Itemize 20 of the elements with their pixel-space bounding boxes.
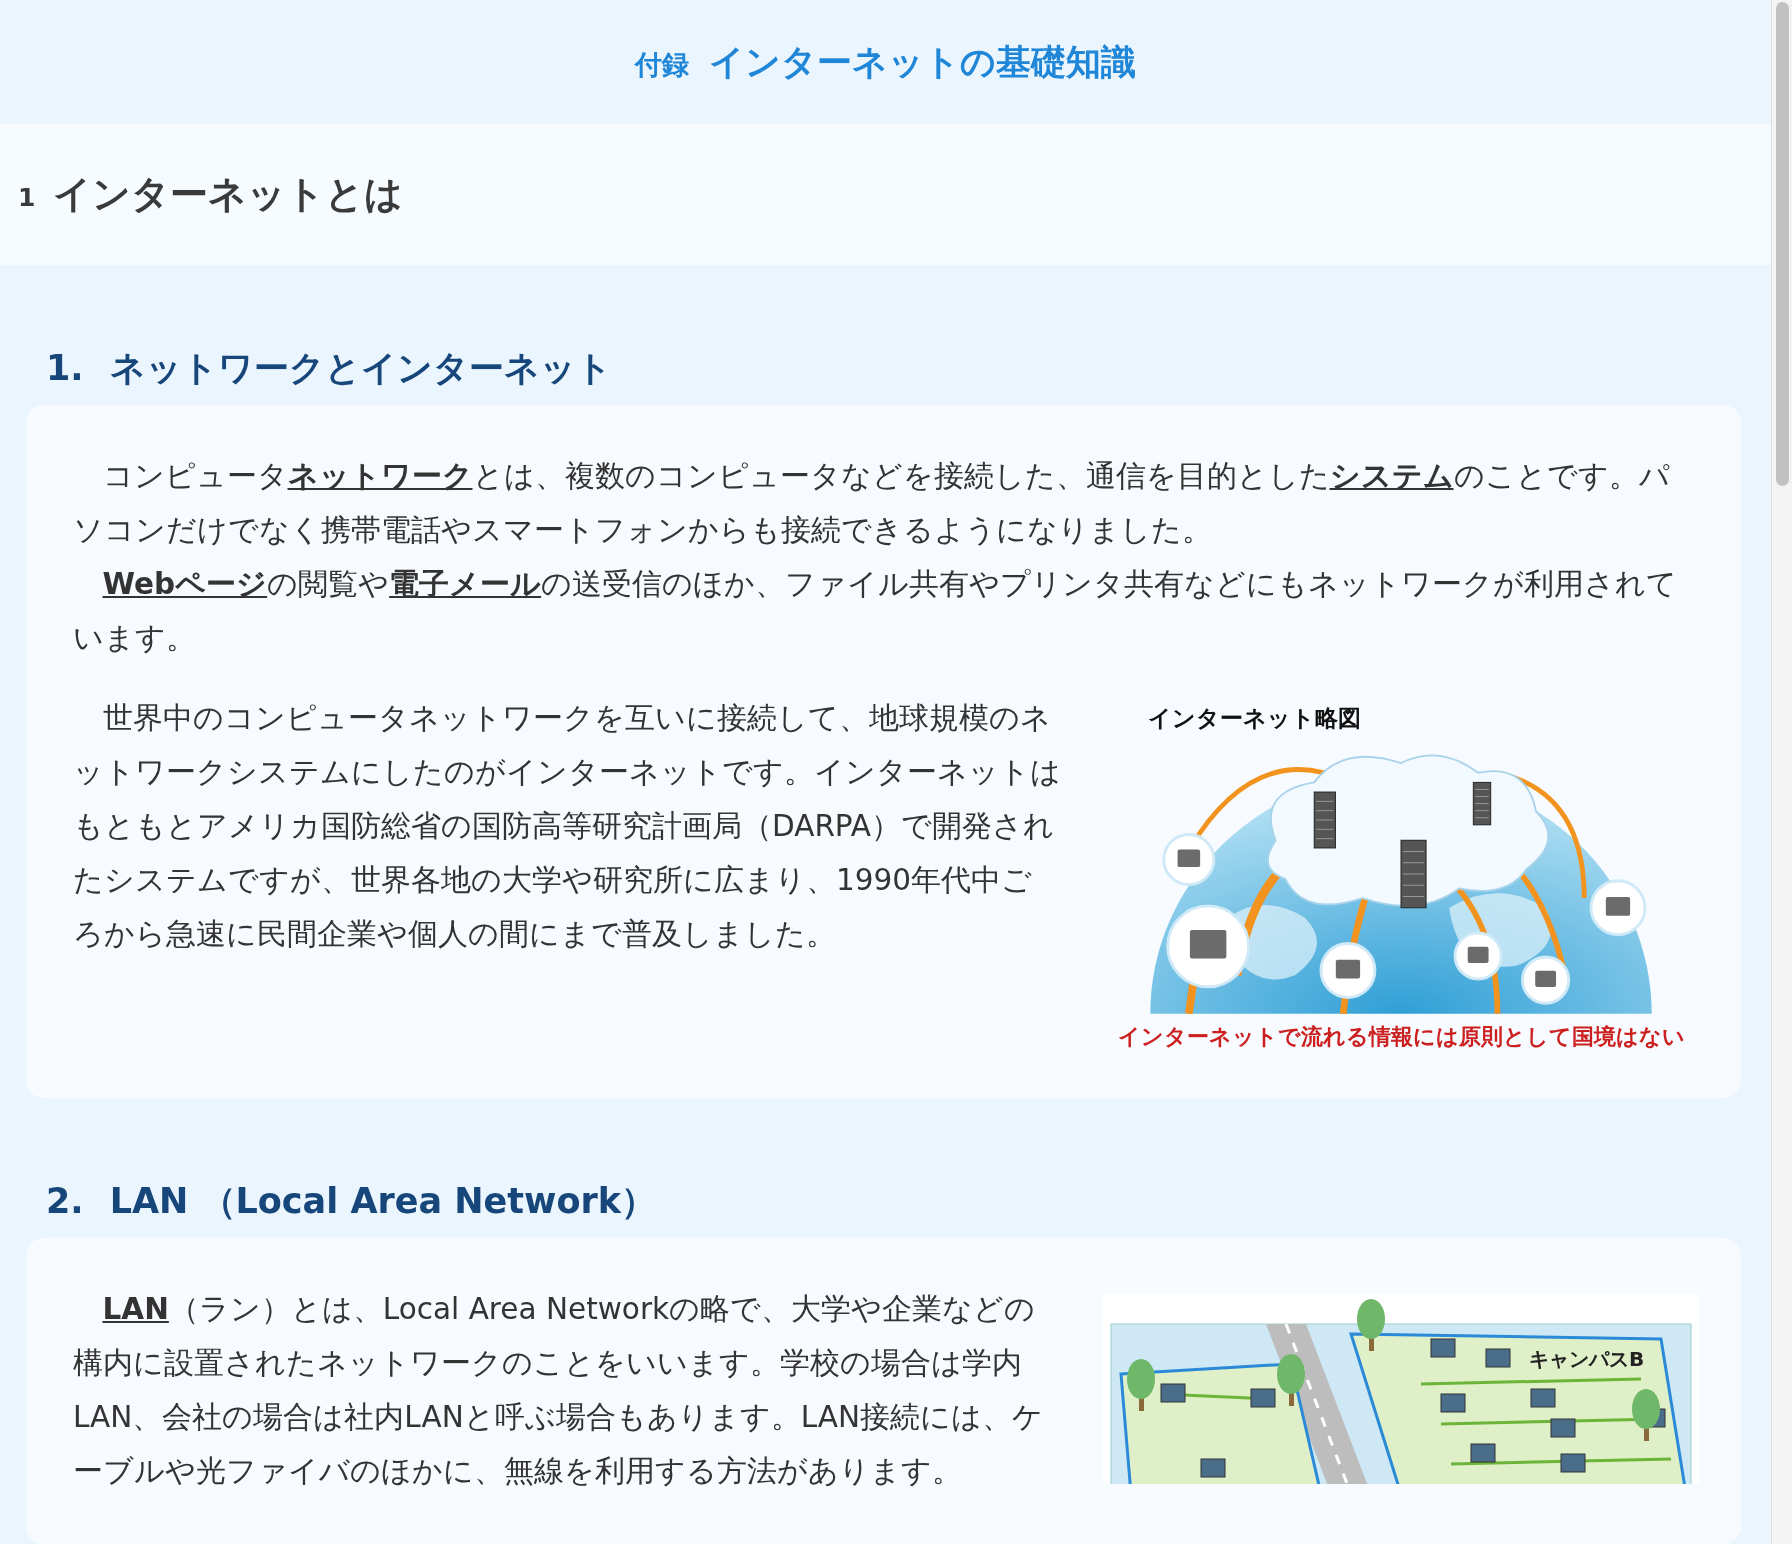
paragraph: LAN（ラン）とは、Local Area Networkの略で、大学や企業などの構内に設置されたネットワークのことをいいます。学校の場合は学内LAN、会社の場合は社内LANと呼ぶ場合もあります。LAN接続には、ケーブルや光ファイバのほかに、無線を利用する方法があります。	[73, 1291, 1045, 1490]
diagram-title: インターネット略図	[1148, 704, 1361, 733]
link[interactable]: システム	[1329, 459, 1454, 493]
paragraph: コンピュータ ネットワーク とは、複数のコンピュータなどを接続した、通信を目的とした システムのことです。パソコンだけでなく携帯電話やスマートフォンからも接続できるようになりました。	[73, 458, 1671, 549]
link[interactable]: 電子メール	[389, 567, 542, 601]
paragraph: 世界中のコンピュータネットワークを互いに接続して、地球規模のネットワークシステムにしたのがインターネットです。インターネットはもともとアメリカ国防総省の国防高等研究計画局（DARPA）で開発されたシステムですが、世界各地の大学や研究所に広まり、1990年代中ごろから急速に民間企業や個人の間にまで普及しました。	[73, 700, 1062, 953]
campus-label: キャンパスB	[1529, 1347, 1645, 1371]
section-number: 1.	[46, 348, 84, 388]
link[interactable]: Webページ	[102, 567, 268, 601]
chapter-title: インターネットとは	[53, 171, 404, 218]
section-title: ネットワークとインターネット	[109, 346, 612, 390]
section-number: 2.	[46, 1181, 84, 1221]
page-title: インターネットの基礎知識	[709, 40, 1136, 84]
link[interactable]: ネットワーク	[287, 459, 473, 493]
diagram-caption: インターネットで流れる情報には原則として国境はない	[1117, 1023, 1685, 1051]
title-prefix: 付録	[635, 48, 689, 82]
section-title: LAN （Local Area Network）	[109, 1179, 656, 1223]
chapter-number: 1	[18, 182, 36, 212]
paragraph: Webページの閲覧や電子メールの送受信のほか、ファイル共有やプリンタ共有などにもネットワークが利用されています。	[73, 566, 1679, 657]
link[interactable]: LAN	[102, 1292, 169, 1326]
